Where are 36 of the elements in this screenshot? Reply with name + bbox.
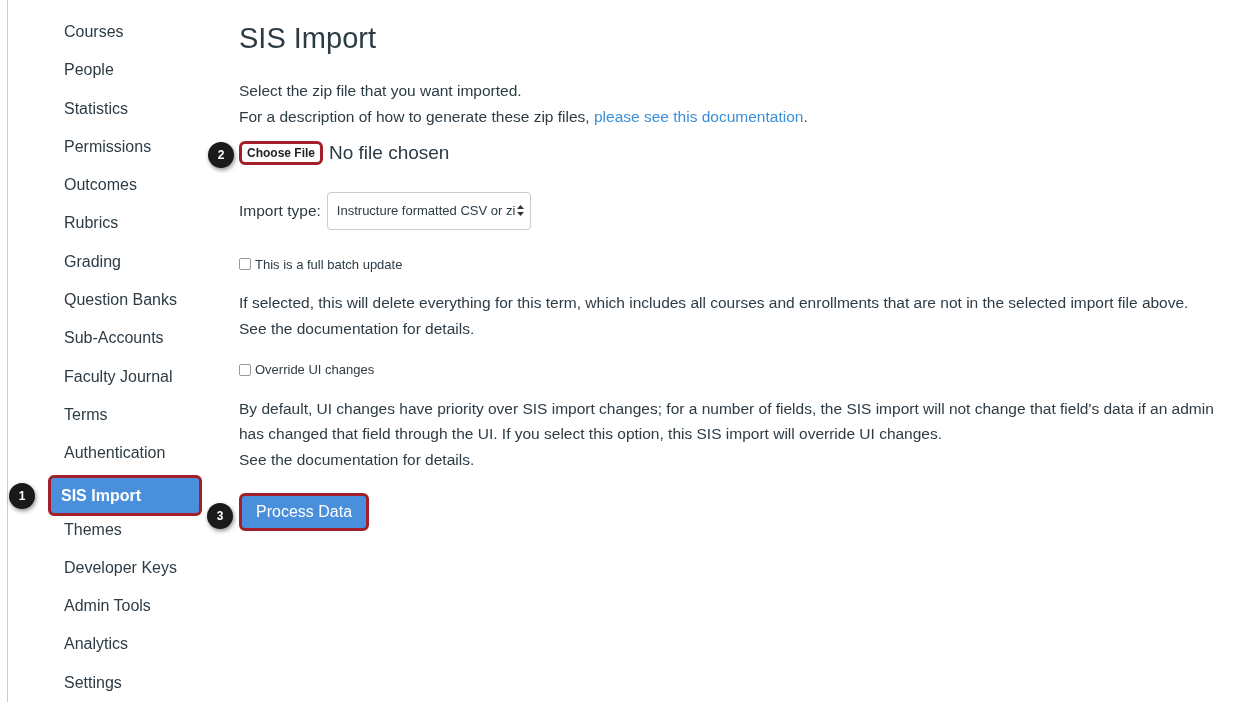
intro-text: Select the zip file that you want imported. [239, 81, 523, 101]
file-status: No file chosen [329, 141, 450, 165]
sidebar-item[interactable]: Themes [48, 513, 202, 552]
documentation-link[interactable]: please see this documentation [594, 107, 804, 125]
checkbox-label: Override UI changes [255, 361, 375, 379]
page-title: SIS Import [239, 21, 377, 56]
sidebar-item[interactable]: Permissions [48, 130, 202, 170]
sidebar-item[interactable]: Question Banks [48, 284, 202, 323]
sidebar-item[interactable]: Grading [48, 245, 202, 285]
callout-badge: 1 [9, 482, 35, 509]
sidebar-item[interactable]: Settings [48, 666, 202, 702]
help-text: By default, UI changes have priority over SIS import changes; for a number of fields, the SIS import will not change that field's data if an admin has changed that field through the UI. If you select this option, this SIS import will override UI changes. [239, 398, 1214, 444]
sidebar-item[interactable]: Outcomes [48, 169, 202, 208]
sidebar-item[interactable]: People [48, 54, 202, 93]
sidebar-item[interactable]: Courses [48, 16, 202, 55]
checkbox[interactable] [239, 258, 251, 271]
help-text: See the documentation for details. [239, 449, 476, 470]
sidebar-item[interactable]: Rubrics [48, 207, 202, 246]
sidebar-item[interactable]: Statistics [48, 92, 202, 131]
sidebar-item[interactable]: Faculty Journal [48, 360, 202, 399]
sidebar-item[interactable]: Terms [48, 398, 202, 438]
callout-badge: 2 [208, 141, 234, 168]
callout-badge: 3 [207, 503, 233, 529]
description-text: For a description of how to generate these zip files, please see this documentation. [239, 106, 809, 127]
checkbox[interactable] [239, 363, 251, 376]
sidebar-item[interactable]: Admin Tools [48, 590, 202, 629]
sidebar-item[interactable]: Sub-Accounts [48, 322, 202, 361]
import-type-select[interactable]: Instructure formatted CSV or zi [326, 191, 532, 230]
sidebar-item[interactable]: Developer Keys [48, 551, 202, 591]
import-type-label: Import type: [239, 200, 321, 221]
sidebar-item[interactable]: Analytics [48, 628, 202, 667]
help-text: If selected, this will delete everything for this term, which includes all courses and enrollments that are not in the selected import file above. [239, 293, 1190, 313]
checkbox-label: This is a full batch update [255, 255, 403, 274]
sidebar-item[interactable]: Authentication [48, 437, 202, 476]
help-text: See the documentation for details. [239, 318, 476, 339]
updown-arrows-icon [517, 205, 525, 216]
